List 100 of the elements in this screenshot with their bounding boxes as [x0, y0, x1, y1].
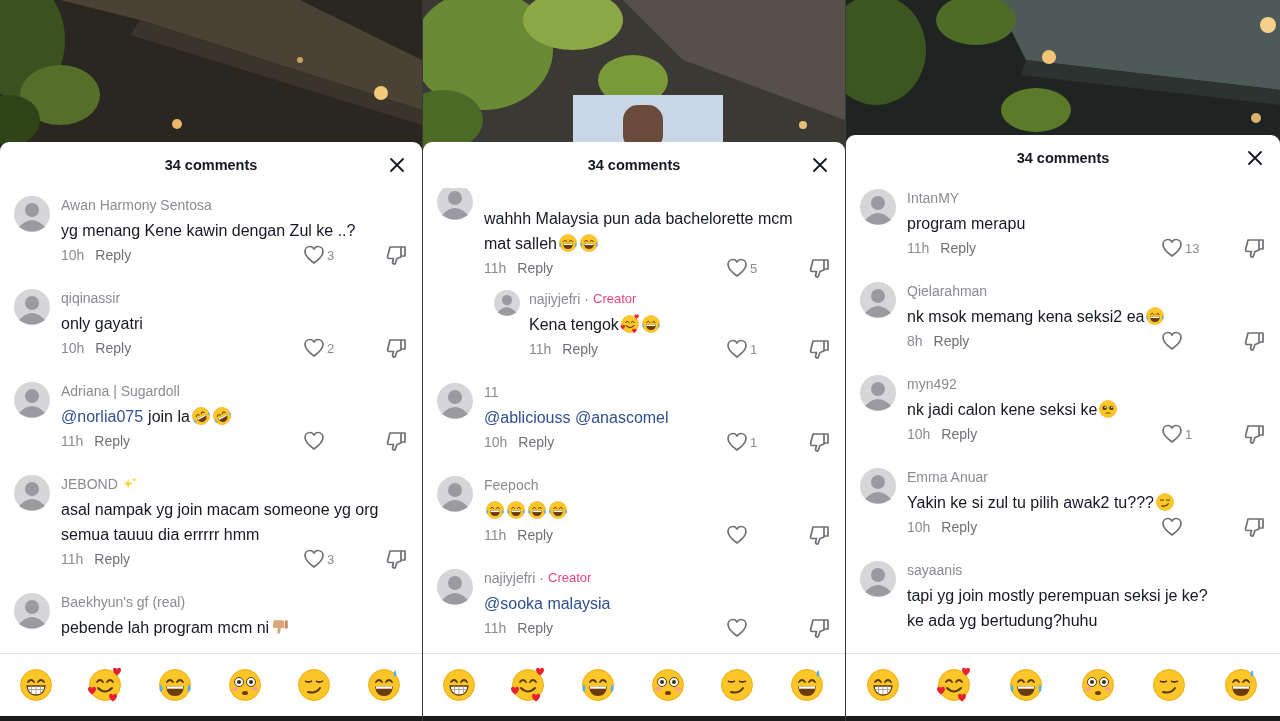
flushed-emoji-icon[interactable] [226, 667, 263, 703]
thumbs-down-icon[interactable] [386, 244, 408, 266]
username[interactable]: Awan Harmony Sentosa [61, 196, 212, 214]
heart-icon[interactable] [1161, 423, 1183, 445]
reply-link[interactable]: Reply [95, 340, 132, 356]
username[interactable]: myn492 [907, 375, 957, 393]
username[interactable]: qiqinassir [61, 289, 121, 307]
heart-icon[interactable] [303, 244, 325, 266]
reply-link[interactable]: Reply [941, 426, 978, 442]
smiling-hearts-emoji-icon[interactable] [87, 667, 124, 703]
avatar-icon[interactable] [437, 476, 473, 512]
thumbs-down-icon[interactable] [809, 617, 831, 639]
reply-link[interactable]: Reply [940, 240, 977, 256]
close-icon[interactable] [1247, 150, 1263, 166]
username[interactable]: Qielarahman [907, 282, 988, 300]
laughing-tears-emoji-icon [548, 500, 568, 520]
rolling-laughing-emoji-icon [190, 406, 211, 426]
heart-icon[interactable] [726, 257, 748, 279]
username[interactable]: sayaanis [907, 561, 963, 579]
comment-time: 10h [61, 340, 85, 356]
avatar-icon[interactable] [14, 593, 50, 629]
avatar-icon[interactable] [860, 375, 896, 411]
mention-link[interactable]: @abliciouss @anascomel [484, 409, 669, 426]
avatar-icon[interactable] [14, 475, 50, 511]
sweat-smile-emoji-icon[interactable] [1223, 667, 1260, 703]
smiling-hearts-emoji-icon[interactable] [936, 667, 973, 703]
thumbs-down-icon[interactable] [386, 548, 408, 570]
username[interactable]: Feepoch [484, 476, 539, 494]
avatar-icon[interactable] [860, 282, 896, 318]
username[interactable]: 11 [484, 383, 499, 401]
close-icon[interactable] [812, 157, 828, 173]
flushed-emoji-icon[interactable] [1079, 667, 1116, 703]
reply-link[interactable]: Reply [95, 247, 132, 263]
heart-icon[interactable] [303, 430, 325, 452]
laughing-tears-emoji-icon[interactable] [1008, 667, 1045, 703]
laughing-tears-emoji-icon[interactable] [157, 667, 194, 703]
username[interactable]: JEBOND [61, 475, 118, 493]
thumbs-down-icon[interactable] [809, 257, 831, 279]
thumbs-down-icon[interactable] [1244, 330, 1266, 352]
reply-link[interactable]: Reply [517, 527, 554, 543]
smirking-emoji-icon[interactable] [1151, 667, 1188, 703]
flushed-emoji-icon[interactable] [649, 667, 686, 703]
heart-icon[interactable] [726, 524, 748, 546]
grinning-emoji-icon[interactable] [17, 667, 54, 703]
username[interactable]: Baekhyun's gf (real) [61, 593, 186, 611]
username[interactable]: najiyjefri [529, 290, 581, 308]
mention-link[interactable]: @norlia075 [61, 408, 144, 425]
thumbs-down-icon[interactable] [1244, 237, 1266, 259]
reply-link[interactable]: Reply [941, 519, 978, 535]
sweat-smile-emoji-icon[interactable] [366, 667, 403, 703]
creator-label: Creator [593, 290, 637, 308]
comment-text: only gayatri [61, 315, 143, 332]
close-icon[interactable] [389, 157, 405, 173]
username[interactable]: Emma Anuar [907, 468, 988, 486]
username[interactable]: IntanMY [907, 189, 960, 207]
reply-link[interactable]: Reply [94, 551, 131, 567]
smirking-emoji-icon[interactable] [296, 667, 333, 703]
mention-link[interactable]: @sooka malaysia [484, 595, 611, 612]
reply-link[interactable]: Reply [94, 433, 131, 449]
smiling-hearts-emoji-icon[interactable] [510, 667, 547, 703]
avatar-icon[interactable] [860, 189, 896, 225]
comments-title: 34 comments [164, 157, 258, 173]
thumbs-down-icon[interactable] [386, 430, 408, 452]
thumbs-down-icon[interactable] [1244, 423, 1266, 445]
thumbs-down-icon[interactable] [1244, 516, 1266, 538]
avatar-icon[interactable] [437, 188, 473, 220]
smirking-emoji-icon[interactable] [719, 667, 756, 703]
avatar-icon[interactable] [860, 468, 896, 504]
reply-link[interactable]: Reply [517, 620, 554, 636]
avatar-icon[interactable] [437, 383, 473, 419]
like-count: 3 [327, 551, 335, 567]
grinning-emoji-icon[interactable] [440, 667, 477, 703]
heart-icon[interactable] [1161, 516, 1183, 538]
heart-icon[interactable] [726, 338, 748, 360]
thumbs-down-icon[interactable] [386, 337, 408, 359]
avatar-icon[interactable] [494, 290, 520, 316]
reply-link[interactable]: Reply [933, 333, 970, 349]
like-count: 13 [1185, 240, 1200, 256]
grinning-emoji-icon[interactable] [864, 667, 901, 703]
thumbs-down-icon[interactable] [809, 431, 831, 453]
avatar-icon[interactable] [14, 382, 50, 418]
heart-icon[interactable] [726, 617, 748, 639]
avatar-icon[interactable] [860, 561, 896, 597]
username[interactable]: najiyjefri [484, 569, 536, 587]
avatar-icon[interactable] [14, 196, 50, 232]
heart-icon[interactable] [303, 337, 325, 359]
thumbs-down-icon[interactable] [809, 338, 831, 360]
username[interactable]: Adriana | Sugardoll [61, 382, 180, 400]
sweat-smile-emoji-icon[interactable] [789, 667, 826, 703]
reply-link[interactable]: Reply [517, 260, 554, 276]
heart-icon[interactable] [1161, 237, 1183, 259]
heart-icon[interactable] [726, 431, 748, 453]
laughing-tears-emoji-icon[interactable] [580, 667, 617, 703]
reply-link[interactable]: Reply [518, 434, 555, 450]
avatar-icon[interactable] [14, 289, 50, 325]
heart-icon[interactable] [303, 548, 325, 570]
heart-icon[interactable] [1161, 330, 1183, 352]
thumbs-down-icon[interactable] [809, 524, 831, 546]
avatar-icon[interactable] [437, 569, 473, 605]
reply-link[interactable]: Reply [562, 341, 599, 357]
